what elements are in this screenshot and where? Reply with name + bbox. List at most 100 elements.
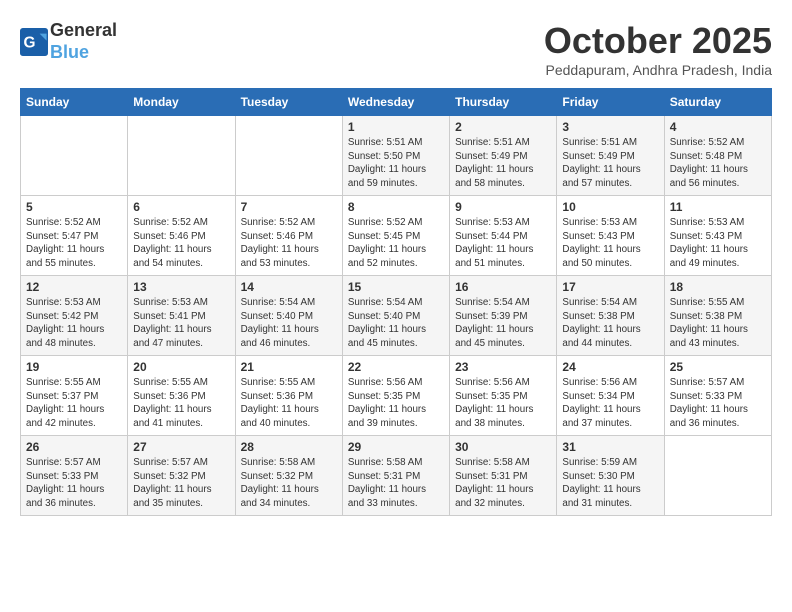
calendar-table: SundayMondayTuesdayWednesdayThursdayFrid… [20, 88, 772, 516]
location: Peddapuram, Andhra Pradesh, India [544, 62, 772, 78]
day-info: Sunrise: 5:52 AM Sunset: 5:45 PM Dayligh… [348, 216, 444, 271]
day-info: Sunrise: 5:58 AM Sunset: 5:32 PM Dayligh… [241, 456, 337, 511]
day-number: 22 [348, 360, 444, 374]
day-number: 1 [348, 120, 444, 134]
day-number: 8 [348, 200, 444, 214]
day-number: 20 [133, 360, 229, 374]
day-info: Sunrise: 5:54 AM Sunset: 5:38 PM Dayligh… [562, 296, 658, 351]
logo-text: General Blue [50, 20, 117, 63]
calendar-cell: 18 Sunrise: 5:55 AM Sunset: 5:38 PM Dayli… [664, 276, 771, 356]
calendar-body: 1 Sunrise: 5:51 AM Sunset: 5:50 PM Daylig… [21, 116, 772, 516]
calendar-cell: 2 Sunrise: 5:51 AM Sunset: 5:49 PM Daylig… [450, 116, 557, 196]
day-info: Sunrise: 5:53 AM Sunset: 5:42 PM Dayligh… [26, 296, 122, 351]
calendar-cell: 10Sunrise: 5:53 AM Sunset: 5:43 PM Dayli… [557, 196, 664, 276]
day-number: 19 [26, 360, 122, 374]
day-number: 29 [348, 440, 444, 454]
day-info: Sunrise: 5:51 AM Sunset: 5:49 PM Dayligh… [455, 136, 551, 191]
calendar-cell: 26 Sunrise: 5:57 AM Sunset: 5:33 PM Dayli… [21, 436, 128, 516]
title-block: October 2025 Peddapuram, Andhra Pradesh,… [544, 20, 772, 78]
calendar-cell: 6Sunrise: 5:52 AM Sunset: 5:46 PM Daylig… [128, 196, 235, 276]
calendar-cell: 21 Sunrise: 5:55 AM Sunset: 5:36 PM Dayli… [235, 356, 342, 436]
day-info: Sunrise: 5:52 AM Sunset: 5:46 PM Dayligh… [133, 216, 229, 271]
day-info: Sunrise: 5:57 AM Sunset: 5:32 PM Dayligh… [133, 456, 229, 511]
month-title: October 2025 [544, 20, 772, 62]
svg-text:G: G [24, 34, 36, 51]
calendar-cell [235, 116, 342, 196]
day-number: 28 [241, 440, 337, 454]
day-number: 2 [455, 120, 551, 134]
day-info: Sunrise: 5:54 AM Sunset: 5:40 PM Dayligh… [241, 296, 337, 351]
day-number: 24 [562, 360, 658, 374]
calendar-cell: 25 Sunrise: 5:57 AM Sunset: 5:33 PM Dayli… [664, 356, 771, 436]
day-number: 25 [670, 360, 766, 374]
day-info: Sunrise: 5:52 AM Sunset: 5:46 PM Dayligh… [241, 216, 337, 271]
day-number: 26 [26, 440, 122, 454]
calendar-cell: 13Sunrise: 5:53 AM Sunset: 5:41 PM Dayli… [128, 276, 235, 356]
day-info: Sunrise: 5:51 AM Sunset: 5:50 PM Dayligh… [348, 136, 444, 191]
calendar-cell: 28 Sunrise: 5:58 AM Sunset: 5:32 PM Dayli… [235, 436, 342, 516]
day-number: 9 [455, 200, 551, 214]
day-number: 4 [670, 120, 766, 134]
day-info: Sunrise: 5:51 AM Sunset: 5:49 PM Dayligh… [562, 136, 658, 191]
day-info: Sunrise: 5:57 AM Sunset: 5:33 PM Dayligh… [26, 456, 122, 511]
logo-line2: Blue [50, 42, 117, 64]
day-info: Sunrise: 5:55 AM Sunset: 5:36 PM Dayligh… [133, 376, 229, 431]
calendar-cell: 27 Sunrise: 5:57 AM Sunset: 5:32 PM Dayli… [128, 436, 235, 516]
calendar-cell: 17 Sunrise: 5:54 AM Sunset: 5:38 PM Dayli… [557, 276, 664, 356]
calendar-header: SundayMondayTuesdayWednesdayThursdayFrid… [21, 89, 772, 116]
day-info: Sunrise: 5:53 AM Sunset: 5:43 PM Dayligh… [670, 216, 766, 271]
day-info: Sunrise: 5:53 AM Sunset: 5:41 PM Dayligh… [133, 296, 229, 351]
calendar-week-row: 26 Sunrise: 5:57 AM Sunset: 5:33 PM Dayli… [21, 436, 772, 516]
calendar-cell [128, 116, 235, 196]
calendar-cell: 15Sunrise: 5:54 AM Sunset: 5:40 PM Dayli… [342, 276, 449, 356]
days-of-week-row: SundayMondayTuesdayWednesdayThursdayFrid… [21, 89, 772, 116]
day-number: 3 [562, 120, 658, 134]
calendar-cell: 24Sunrise: 5:56 AM Sunset: 5:34 PM Dayli… [557, 356, 664, 436]
calendar-cell: 23Sunrise: 5:56 AM Sunset: 5:35 PM Dayli… [450, 356, 557, 436]
calendar-cell: 16 Sunrise: 5:54 AM Sunset: 5:39 PM Dayli… [450, 276, 557, 356]
page-header: G General Blue October 2025 Peddapuram, … [20, 20, 772, 78]
day-of-week-header: Tuesday [235, 89, 342, 116]
calendar-cell: 30 Sunrise: 5:58 AM Sunset: 5:31 PM Dayli… [450, 436, 557, 516]
day-number: 31 [562, 440, 658, 454]
day-number: 21 [241, 360, 337, 374]
calendar-cell: 12 Sunrise: 5:53 AM Sunset: 5:42 PM Dayli… [21, 276, 128, 356]
day-info: Sunrise: 5:56 AM Sunset: 5:35 PM Dayligh… [455, 376, 551, 431]
day-info: Sunrise: 5:53 AM Sunset: 5:44 PM Dayligh… [455, 216, 551, 271]
calendar-week-row: 19Sunrise: 5:55 AM Sunset: 5:37 PM Dayli… [21, 356, 772, 436]
day-info: Sunrise: 5:54 AM Sunset: 5:40 PM Dayligh… [348, 296, 444, 351]
calendar-cell: 29 Sunrise: 5:58 AM Sunset: 5:31 PM Dayli… [342, 436, 449, 516]
day-info: Sunrise: 5:58 AM Sunset: 5:31 PM Dayligh… [455, 456, 551, 511]
calendar-cell: 20 Sunrise: 5:55 AM Sunset: 5:36 PM Dayli… [128, 356, 235, 436]
logo-icon: G [20, 28, 48, 56]
day-number: 18 [670, 280, 766, 294]
calendar-cell: 4 Sunrise: 5:52 AM Sunset: 5:48 PM Daylig… [664, 116, 771, 196]
day-info: Sunrise: 5:52 AM Sunset: 5:47 PM Dayligh… [26, 216, 122, 271]
day-info: Sunrise: 5:55 AM Sunset: 5:38 PM Dayligh… [670, 296, 766, 351]
calendar-cell: 7Sunrise: 5:52 AM Sunset: 5:46 PM Daylig… [235, 196, 342, 276]
calendar-week-row: 5 Sunrise: 5:52 AM Sunset: 5:47 PM Daylig… [21, 196, 772, 276]
day-number: 5 [26, 200, 122, 214]
day-number: 14 [241, 280, 337, 294]
day-number: 10 [562, 200, 658, 214]
day-number: 27 [133, 440, 229, 454]
day-number: 16 [455, 280, 551, 294]
calendar-cell: 8 Sunrise: 5:52 AM Sunset: 5:45 PM Daylig… [342, 196, 449, 276]
day-number: 12 [26, 280, 122, 294]
day-info: Sunrise: 5:55 AM Sunset: 5:36 PM Dayligh… [241, 376, 337, 431]
day-of-week-header: Monday [128, 89, 235, 116]
calendar-cell: 22Sunrise: 5:56 AM Sunset: 5:35 PM Dayli… [342, 356, 449, 436]
day-info: Sunrise: 5:54 AM Sunset: 5:39 PM Dayligh… [455, 296, 551, 351]
calendar-cell: 31Sunrise: 5:59 AM Sunset: 5:30 PM Dayli… [557, 436, 664, 516]
day-info: Sunrise: 5:58 AM Sunset: 5:31 PM Dayligh… [348, 456, 444, 511]
calendar-week-row: 1 Sunrise: 5:51 AM Sunset: 5:50 PM Daylig… [21, 116, 772, 196]
calendar-week-row: 12 Sunrise: 5:53 AM Sunset: 5:42 PM Dayli… [21, 276, 772, 356]
calendar-cell [21, 116, 128, 196]
day-number: 17 [562, 280, 658, 294]
logo: G General Blue [20, 20, 117, 63]
day-number: 30 [455, 440, 551, 454]
day-info: Sunrise: 5:52 AM Sunset: 5:48 PM Dayligh… [670, 136, 766, 191]
day-info: Sunrise: 5:57 AM Sunset: 5:33 PM Dayligh… [670, 376, 766, 431]
day-of-week-header: Thursday [450, 89, 557, 116]
calendar-cell: 9 Sunrise: 5:53 AM Sunset: 5:44 PM Daylig… [450, 196, 557, 276]
